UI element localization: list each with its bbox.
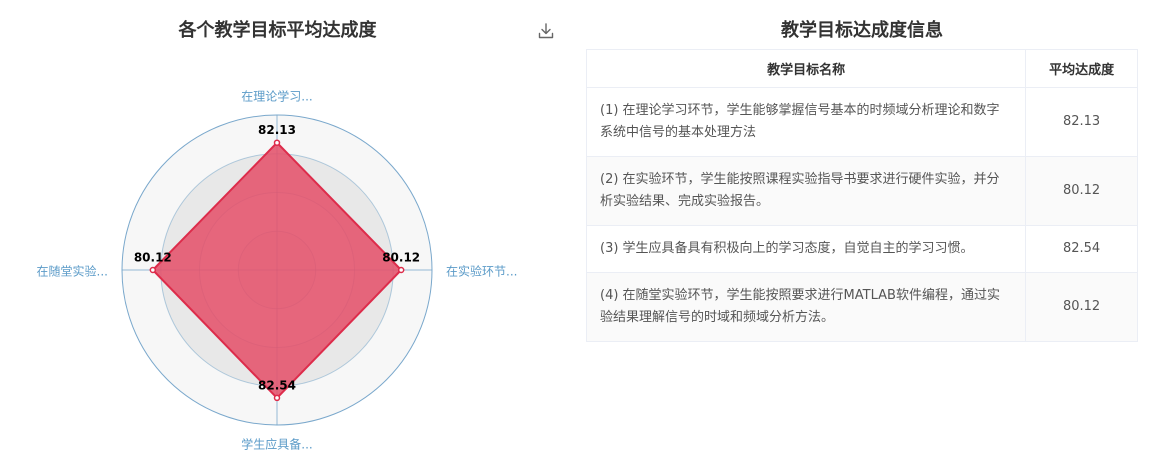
radar-data-point <box>397 266 405 274</box>
column-header-name: 教学目标名称 <box>585 49 1027 88</box>
radar-indicator-label: 在理论学习... <box>241 89 312 104</box>
radar-value-label: 82.13 <box>258 123 296 137</box>
goal-name-cell: (3) 学生应具备具有积极向上的学习态度，自觉自主的学习习惯。 <box>585 225 1027 273</box>
goal-name-cell: (1) 在理论学习环节，学生能够掌握信号基本的时频域分析理论和数字系统中信号的基… <box>585 87 1027 157</box>
radar-value-label: 80.12 <box>134 251 172 265</box>
radar-data-point <box>149 266 157 274</box>
download-icon <box>538 23 554 39</box>
radar-data-point <box>273 394 281 402</box>
table-title: 教学目标达成度信息 <box>781 20 943 41</box>
table-panel: 教学目标达成度信息 教学目标名称 平均达成度 (1) 在理论学习环节，学生能够掌… <box>585 0 1138 469</box>
table-row: (4) 在随堂实验环节，学生能按照要求进行MATLAB软件编程，通过实验结果理解… <box>585 272 1138 342</box>
goal-value-cell: 80.12 <box>1025 272 1138 342</box>
table-row: (1) 在理论学习环节，学生能够掌握信号基本的时频域分析理论和数字系统中信号的基… <box>585 87 1138 157</box>
goal-name-cell: (2) 在实验环节，学生能按照课程实验指导书要求进行硬件实验，并分析实验结果、完… <box>585 156 1027 226</box>
goal-value-cell: 80.12 <box>1025 156 1138 226</box>
chart-panel: 82.13 80.12 82.54 80.12 在理论学习... 在实验环节... 学生应具… <box>0 0 575 469</box>
radar-indicator-label: 在实验环节... <box>446 264 517 279</box>
chart-title: 各个教学目标平均达成度 <box>178 20 377 41</box>
table-row: (2) 在实验环节，学生能按照课程实验指导书要求进行硬件实验，并分析实验结果、完… <box>585 156 1138 226</box>
radar-value-label: 82.54 <box>258 378 296 392</box>
radar-value-label: 80.12 <box>382 251 420 265</box>
radar-chart: 82.13 80.12 82.54 80.12 在理论学习... 在实验环节... 学生应具… <box>37 89 518 452</box>
download-button[interactable] <box>537 22 555 40</box>
goal-name-cell: (4) 在随堂实验环节，学生能按照要求进行MATLAB软件编程，通过实验结果理解… <box>585 272 1027 342</box>
radar-indicator-label: 学生应具备... <box>241 437 312 452</box>
goal-value-cell: 82.13 <box>1025 87 1138 157</box>
goal-value-cell: 82.54 <box>1025 225 1138 273</box>
column-header-value: 平均达成度 <box>1025 49 1138 88</box>
goals-table: 教学目标名称 平均达成度 (1) 在理论学习环节，学生能够掌握信号基本的时频域分… <box>585 49 1138 342</box>
radar-indicator-label: 在随堂实验... <box>37 264 108 279</box>
table-header-row: 教学目标名称 平均达成度 <box>585 49 1138 88</box>
table-row: (3) 学生应具备具有积极向上的学习态度，自觉自主的学习习惯。 82.54 <box>585 225 1138 273</box>
radar-data-point <box>273 139 281 146</box>
